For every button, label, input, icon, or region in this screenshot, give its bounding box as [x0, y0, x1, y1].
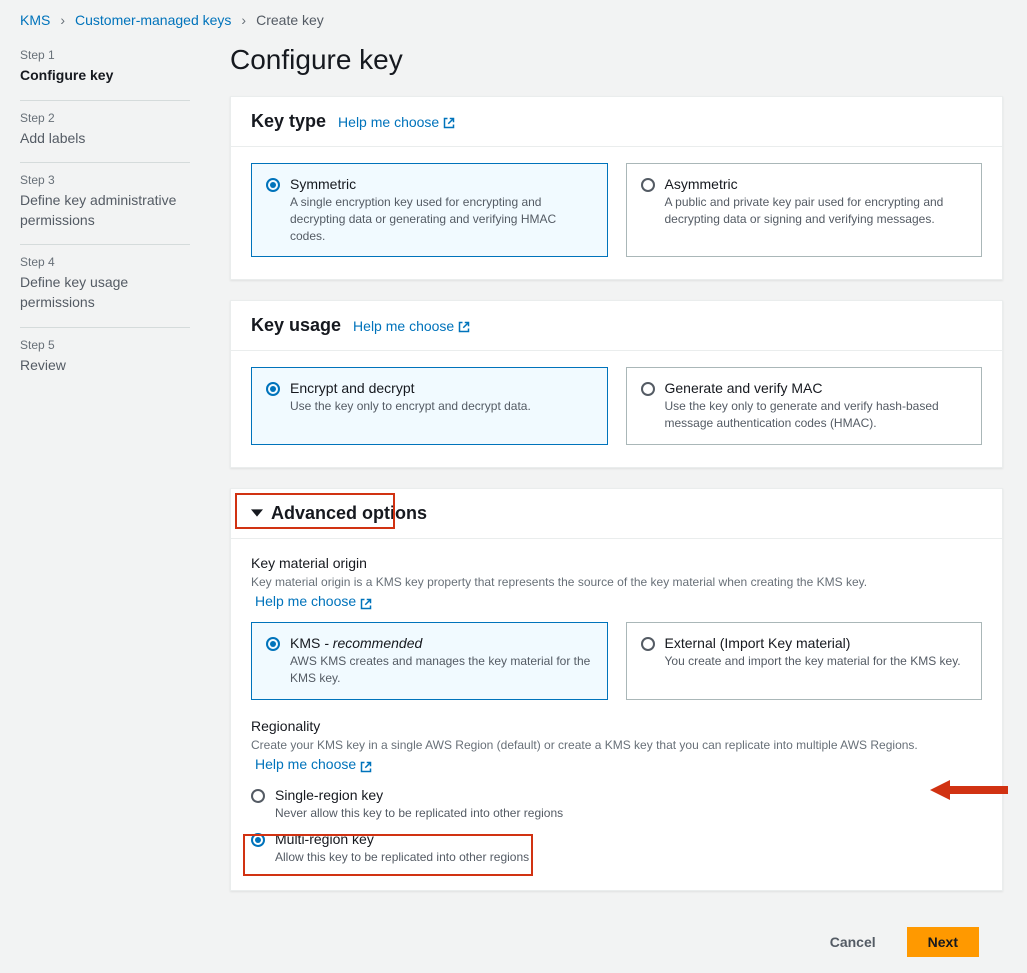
radio-external-origin[interactable]: External (Import Key material) You creat… — [626, 622, 983, 700]
step-2[interactable]: Step 2 Add labels — [20, 101, 190, 164]
radio-icon — [266, 637, 280, 651]
help-me-choose-key-type[interactable]: Help me choose — [338, 114, 455, 130]
external-link-icon — [360, 595, 372, 607]
panel-key-usage: Key usage Help me choose Encrypt and dec… — [230, 300, 1003, 468]
step-label: Step 4 — [20, 255, 190, 269]
radio-kms-origin[interactable]: KMS - recommended AWS KMS creates and ma… — [251, 622, 608, 700]
option-title: KMS - recommended — [290, 635, 593, 651]
option-desc: Use the key only to encrypt and decrypt … — [290, 398, 531, 415]
external-link-icon — [443, 116, 455, 128]
radio-icon — [266, 382, 280, 396]
step-label: Step 5 — [20, 338, 190, 352]
chevron-right-icon: › — [60, 12, 65, 28]
radio-encrypt-decrypt[interactable]: Encrypt and decrypt Use the key only to … — [251, 367, 608, 445]
breadcrumb: KMS › Customer-managed keys › Create key — [0, 0, 1027, 38]
breadcrumb-customer-managed-keys[interactable]: Customer-managed keys — [75, 12, 231, 28]
step-label: Step 3 — [20, 173, 190, 187]
step-1[interactable]: Step 1 Configure key — [20, 38, 190, 101]
breadcrumb-create-key: Create key — [256, 12, 324, 28]
option-desc: Use the key only to generate and verify … — [665, 398, 968, 432]
label-regionality: Regionality — [251, 718, 982, 734]
cancel-button[interactable]: Cancel — [809, 927, 897, 957]
caret-down-icon — [251, 507, 263, 519]
radio-icon — [251, 833, 265, 847]
step-3[interactable]: Step 3 Define key administrative permiss… — [20, 163, 190, 245]
step-label: Step 2 — [20, 111, 190, 125]
option-desc: You create and import the key material f… — [665, 653, 961, 670]
breadcrumb-kms[interactable]: KMS — [20, 12, 50, 28]
option-title: External (Import Key material) — [665, 635, 961, 651]
help-me-choose-regionality[interactable]: Help me choose — [255, 754, 372, 775]
external-link-icon — [360, 758, 372, 770]
step-label: Step 1 — [20, 48, 190, 62]
radio-asymmetric[interactable]: Asymmetric A public and private key pair… — [626, 163, 983, 257]
next-button[interactable]: Next — [907, 927, 979, 957]
help-me-choose-material[interactable]: Help me choose — [255, 591, 372, 612]
radio-icon — [641, 178, 655, 192]
step-title: Review — [20, 356, 190, 376]
radio-icon — [641, 637, 655, 651]
option-desc: A single encryption key used for encrypt… — [290, 194, 593, 244]
option-title: Symmetric — [290, 176, 593, 192]
option-title: Multi-region key — [275, 831, 529, 847]
help-me-choose-key-usage[interactable]: Help me choose — [353, 318, 470, 334]
step-title: Add labels — [20, 129, 190, 149]
option-desc: Allow this key to be replicated into oth… — [275, 849, 529, 866]
option-title: Encrypt and decrypt — [290, 380, 531, 396]
label-key-material-origin: Key material origin — [251, 555, 982, 571]
option-title: Generate and verify MAC — [665, 380, 968, 396]
step-title: Define key administrative permissions — [20, 191, 190, 230]
heading-advanced-options: Advanced options — [271, 503, 427, 524]
annotation-arrow — [930, 775, 1010, 808]
heading-key-usage: Key usage — [251, 315, 341, 336]
option-title: Single-region key — [275, 787, 563, 803]
heading-key-type: Key type — [251, 111, 326, 132]
wizard-steps: Step 1 Configure key Step 2 Add labels S… — [0, 38, 210, 973]
step-title: Define key usage permissions — [20, 273, 190, 312]
radio-icon — [266, 178, 280, 192]
help-text: Create your KMS key in a single AWS Regi… — [251, 736, 982, 775]
option-desc: AWS KMS creates and manages the key mate… — [290, 653, 593, 687]
option-title: Asymmetric — [665, 176, 968, 192]
external-link-icon — [458, 320, 470, 332]
footer-actions: Cancel Next — [230, 911, 1003, 973]
option-desc: Never allow this key to be replicated in… — [275, 805, 563, 822]
page-title: Configure key — [230, 44, 1003, 76]
step-5[interactable]: Step 5 Review — [20, 328, 190, 390]
step-4[interactable]: Step 4 Define key usage permissions — [20, 245, 190, 327]
advanced-options-toggle[interactable]: Advanced options — [231, 489, 1002, 539]
panel-advanced-options: Advanced options Key material origin Key… — [230, 488, 1003, 891]
option-desc: A public and private key pair used for e… — [665, 194, 968, 228]
radio-symmetric[interactable]: Symmetric A single encryption key used f… — [251, 163, 608, 257]
chevron-right-icon: › — [241, 12, 246, 28]
radio-single-region[interactable]: Single-region key Never allow this key t… — [251, 785, 982, 824]
panel-key-type: Key type Help me choose Symmetric A sing… — [230, 96, 1003, 280]
radio-generate-verify-mac[interactable]: Generate and verify MAC Use the key only… — [626, 367, 983, 445]
radio-icon — [641, 382, 655, 396]
help-text: Key material origin is a KMS key propert… — [251, 573, 982, 612]
step-title: Configure key — [20, 66, 190, 86]
radio-multi-region[interactable]: Multi-region key Allow this key to be re… — [251, 829, 982, 868]
radio-icon — [251, 789, 265, 803]
